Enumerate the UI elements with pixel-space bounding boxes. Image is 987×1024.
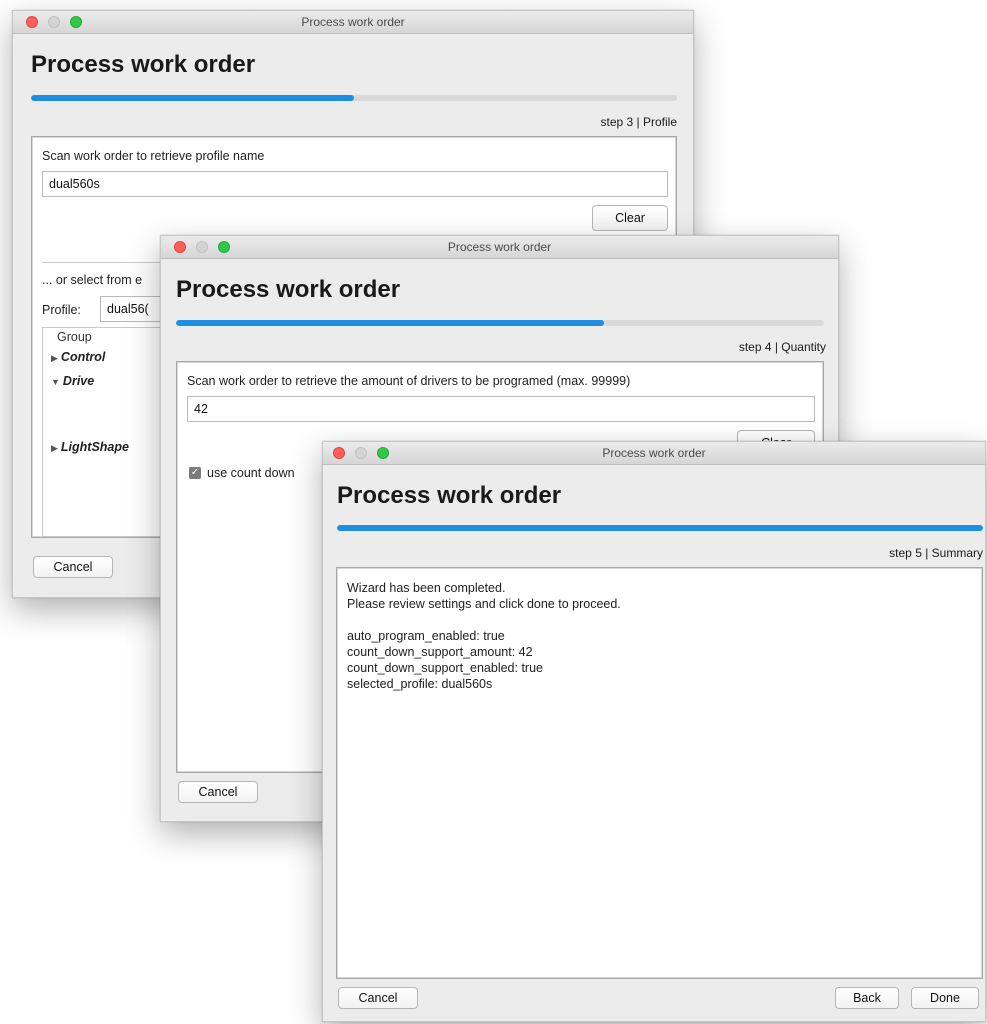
collapse-icon[interactable]: ▼ bbox=[51, 377, 60, 387]
profile-scan-input[interactable]: dual560s bbox=[42, 171, 668, 197]
summary-line: selected_profile: dual560s bbox=[347, 677, 493, 691]
summary-line: count_down_support_amount: 42 bbox=[347, 645, 533, 659]
window-title: Process work order bbox=[602, 446, 706, 460]
step-label: step 3 | Profile bbox=[600, 115, 678, 129]
back-button[interactable]: Back bbox=[835, 987, 899, 1009]
progress-bar bbox=[31, 95, 677, 101]
summary-panel: Wizard has been completed. Please review … bbox=[336, 567, 983, 979]
progress-fill bbox=[176, 320, 604, 326]
tree-item-control[interactable]: ▶ Control bbox=[51, 350, 105, 364]
summary-line: count_down_support_enabled: true bbox=[347, 661, 543, 675]
use-countdown-checkbox[interactable]: ✓ bbox=[189, 467, 201, 479]
progress-fill bbox=[337, 525, 983, 531]
expand-icon[interactable]: ▶ bbox=[51, 443, 58, 453]
page-title: Process work order bbox=[337, 482, 562, 509]
cancel-button[interactable]: Cancel bbox=[338, 987, 418, 1009]
cancel-button[interactable]: Cancel bbox=[178, 781, 258, 803]
quantity-scan-input[interactable]: 42 bbox=[187, 396, 815, 422]
cancel-button[interactable]: Cancel bbox=[33, 556, 113, 578]
window-step-5: Process work order Process work order st… bbox=[322, 441, 986, 1022]
titlebar[interactable]: Process work order bbox=[13, 11, 693, 34]
expand-icon[interactable]: ▶ bbox=[51, 353, 58, 363]
clear-button[interactable]: Clear bbox=[592, 205, 668, 231]
group-column-header: Group bbox=[57, 330, 92, 344]
titlebar[interactable]: Process work order bbox=[161, 236, 838, 259]
tree-item-label: Drive bbox=[62, 374, 95, 388]
window-title: Process work order bbox=[301, 15, 405, 29]
tree-item-label: LightShape bbox=[60, 440, 129, 454]
summary-line: auto_program_enabled: true bbox=[347, 629, 505, 643]
use-countdown-label: use count down bbox=[207, 466, 295, 480]
tree-item-lightshape[interactable]: ▶ LightShape bbox=[51, 440, 129, 454]
step-label: step 5 | Summary bbox=[889, 546, 983, 560]
progress-bar bbox=[337, 525, 983, 531]
step-label: step 4 | Quantity bbox=[738, 340, 826, 354]
tree-item-label: Control bbox=[60, 350, 106, 364]
scan-label: Scan work order to retrieve the amount o… bbox=[187, 374, 631, 388]
tree-item-drive[interactable]: ▼ Drive bbox=[51, 374, 94, 388]
profile-label: Profile: bbox=[42, 303, 81, 317]
progress-bar bbox=[176, 320, 824, 326]
summary-line: Please review settings and click done to… bbox=[347, 597, 621, 611]
page-title: Process work order bbox=[31, 51, 256, 78]
summary-line: Wizard has been completed. bbox=[347, 581, 506, 595]
progress-fill bbox=[31, 95, 354, 101]
or-select-label: ... or select from e bbox=[42, 273, 143, 287]
page-title: Process work order bbox=[176, 276, 401, 303]
window-title: Process work order bbox=[447, 240, 552, 254]
titlebar[interactable]: Process work order bbox=[323, 442, 985, 465]
summary-line bbox=[347, 612, 621, 628]
done-button[interactable]: Done bbox=[911, 987, 979, 1009]
summary-text: Wizard has been completed. Please review … bbox=[347, 580, 621, 692]
scan-label: Scan work order to retrieve profile name bbox=[42, 149, 265, 163]
